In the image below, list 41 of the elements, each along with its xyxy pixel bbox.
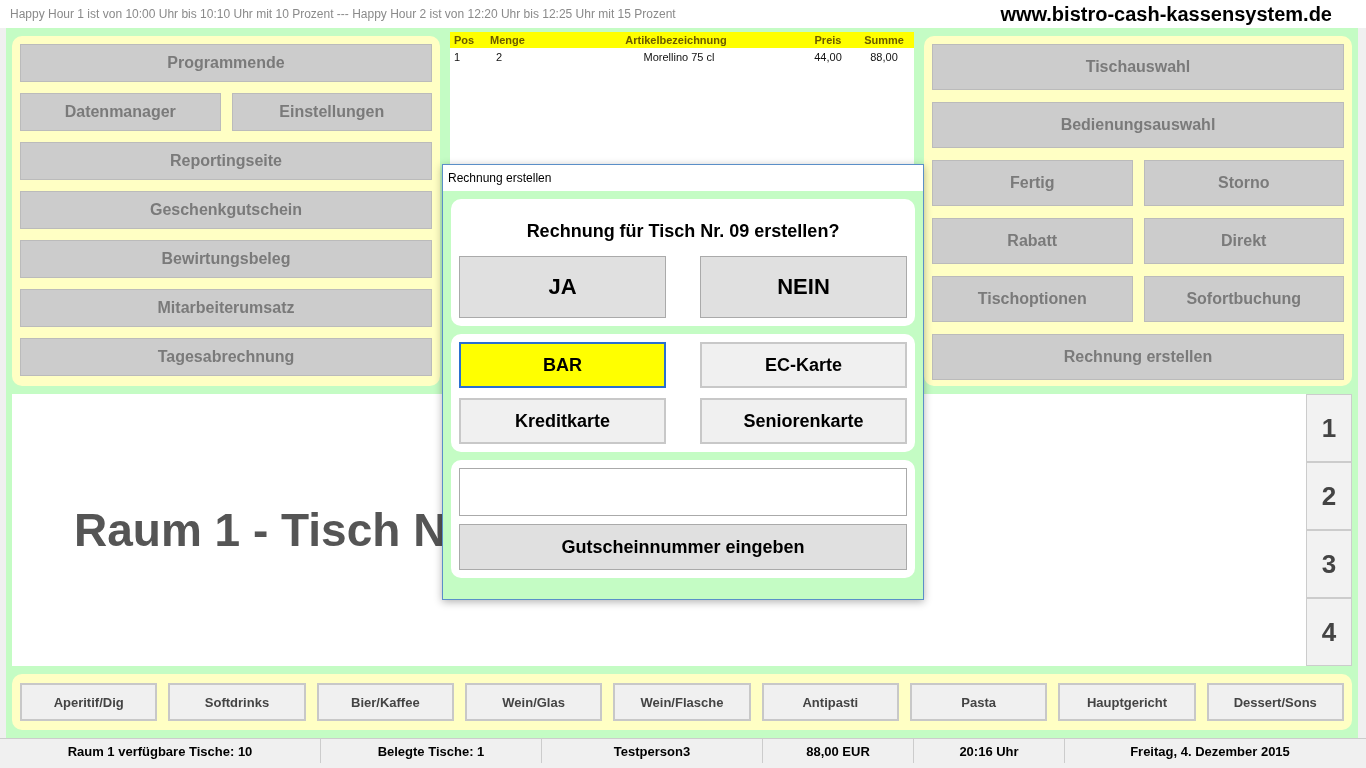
table-cell-text: 44,00 (813, 51, 843, 63)
column-header: Summe (863, 34, 905, 46)
voucher-button[interactable]: Gutscheinnummer eingeben (459, 524, 907, 570)
confirm-button[interactable]: NEIN (700, 256, 907, 318)
status-field: Belegte Tische: 1 (321, 739, 542, 763)
room-button[interactable]: 3 (1306, 530, 1352, 598)
category-button[interactable]: Wein/Flasche (613, 683, 751, 721)
confirm-button[interactable]: JA (459, 256, 666, 318)
payment-button[interactable]: Kreditkarte (459, 398, 666, 444)
table-cell-text: 88,00 (869, 51, 899, 63)
status-field: 20:16 Uhr (914, 739, 1065, 763)
website-url: www.bistro-cash-kassensystem.de (1000, 2, 1332, 26)
category-button[interactable]: Softdrinks (168, 683, 306, 721)
status-field: 88,00 EUR (763, 739, 914, 763)
category-button[interactable]: Hauptgericht (1058, 683, 1196, 721)
happy-hour-notice: Happy Hour 1 ist von 10:00 Uhr bis 10:10 Uhr mit 10 Prozent --- Happy Hour 2 ist von 12:20 Uhr bis 12:25 Uhr mit 15 Prozent (10, 7, 676, 21)
category-button[interactable]: Dessert/Sons (1206, 683, 1344, 721)
table-cell-text: 1 (453, 51, 462, 63)
column-header: Preis (813, 34, 843, 46)
room-button[interactable]: 4 (1306, 598, 1352, 666)
column-header: Pos (453, 34, 476, 46)
category-button[interactable]: Antipasti (761, 683, 899, 721)
voucher-input-field[interactable] (459, 468, 907, 516)
category-button[interactable]: Bier/Kaffee (316, 683, 454, 721)
category-button[interactable]: Wein/Glas (465, 683, 603, 721)
payment-button[interactable]: Seniorenkarte (700, 398, 907, 444)
dialog-title: Rechnung erstellen (443, 165, 923, 191)
category-button[interactable]: Aperitif/Dig (20, 683, 158, 721)
column-header: Artikelbezeichnung (624, 34, 728, 46)
status-field: Raum 1 verfügbare Tische: 10 (0, 739, 321, 763)
payment-button[interactable]: EC-Karte (700, 342, 907, 388)
room-button[interactable]: 2 (1306, 462, 1352, 530)
status-field: Testperson3 (542, 739, 763, 763)
status-field: Freitag, 4. Dezember 2015 (1065, 739, 1355, 763)
table-cell-text: Morellino 75 cl (642, 51, 716, 63)
dialog-question: Rechnung für Tisch Nr. 09 erstellen? (525, 220, 841, 243)
category-button[interactable]: Pasta (909, 683, 1048, 721)
payment-button[interactable]: BAR (459, 342, 666, 388)
column-header: Menge (489, 34, 526, 46)
table-cell-text: 2 (495, 51, 504, 63)
room-button[interactable]: 1 (1306, 394, 1352, 462)
